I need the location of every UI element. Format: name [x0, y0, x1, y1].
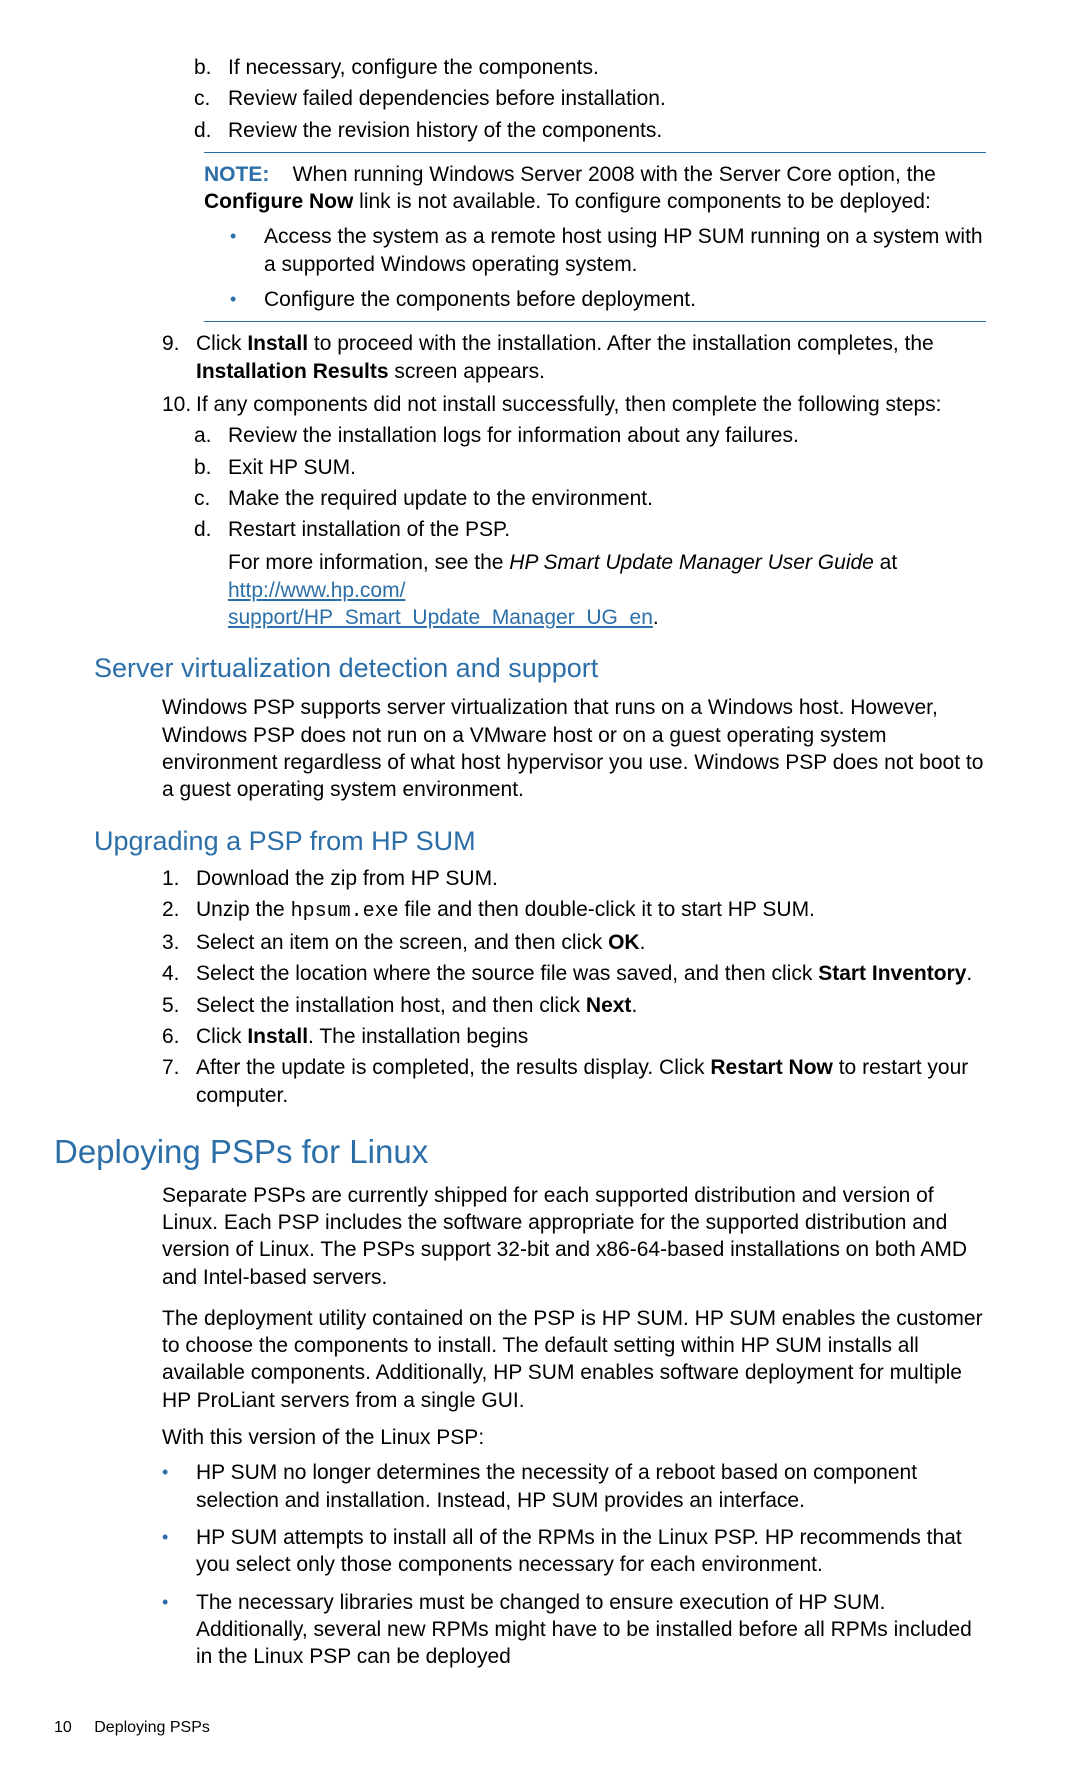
note-top-rule: [204, 152, 986, 153]
step10-substep-a: a. Review the installation logs for info…: [194, 422, 986, 449]
step-marker: 1.: [162, 865, 196, 892]
substep-text: Make the required update to the environm…: [228, 485, 986, 512]
substep-d: d. Review the revision history of the co…: [194, 117, 986, 144]
step-marker: 2.: [162, 896, 196, 925]
step-marker: 7.: [162, 1054, 196, 1109]
bullet-text: The necessary libraries must be changed …: [196, 1589, 986, 1671]
upgrade-step-2: 2. Unzip the hpsum.exe file and then dou…: [162, 896, 986, 925]
step10-substep-d: d. Restart installation of the PSP.: [194, 516, 986, 543]
list-marker: b.: [194, 54, 228, 81]
step-text: Click Install. The installation begins: [196, 1023, 986, 1050]
list-marker: c.: [194, 85, 228, 112]
substep-text: Review failed dependencies before instal…: [228, 85, 986, 112]
list-marker: d.: [194, 516, 228, 543]
linux-paragraph-2: The deployment utility contained on the …: [162, 1305, 986, 1414]
step-text: Select an item on the screen, and then c…: [196, 929, 986, 956]
note-configure-now-1: Configure: [204, 190, 303, 213]
note-bullet-text: Access the system as a remote host using…: [264, 223, 986, 278]
step-text: Unzip the hpsum.exe file and then double…: [196, 896, 986, 925]
note-body: NOTE: When running Windows Server 2008 w…: [204, 161, 986, 216]
step-marker: 10.: [162, 391, 196, 418]
upgrade-step-6: 6. Click Install. The installation begin…: [162, 1023, 986, 1050]
substep-b: b. If necessary, configure the component…: [194, 54, 986, 81]
bullet-text: HP SUM attempts to install all of the RP…: [196, 1524, 986, 1579]
bullet-icon: •: [230, 286, 264, 313]
linux-paragraph-1: Separate PSPs are currently shipped for …: [162, 1182, 986, 1291]
step-marker: 3.: [162, 929, 196, 956]
bullet-icon: •: [162, 1524, 196, 1579]
note-lead-2-tail: link is not available. To configure comp…: [359, 190, 931, 213]
list-marker: d.: [194, 117, 228, 144]
substep-text: Review the installation logs for informa…: [228, 422, 986, 449]
page-footer: 10 Deploying PSPs: [54, 1718, 986, 1739]
step-marker: 4.: [162, 960, 196, 987]
list-marker: a.: [194, 422, 228, 449]
step-marker: 9.: [162, 330, 196, 385]
step-10-text: If any components did not install succes…: [196, 391, 986, 418]
linux-bullet-2: • HP SUM attempts to install all of the …: [162, 1524, 986, 1579]
substep-text: If necessary, configure the components.: [228, 54, 986, 81]
page-number: 10: [54, 1719, 72, 1736]
linux-bullet-3: • The necessary libraries must be change…: [162, 1589, 986, 1671]
bullet-icon: •: [162, 1459, 196, 1514]
heading-upgrade: Upgrading a PSP from HP SUM: [94, 824, 986, 859]
step10-more-info: For more information, see the HP Smart U…: [228, 549, 986, 631]
note-bullet-2: • Configure the components before deploy…: [230, 286, 986, 313]
upgrade-step-7: 7. After the update is completed, the re…: [162, 1054, 986, 1109]
substep-text: Exit HP SUM.: [228, 454, 986, 481]
step-marker: 5.: [162, 992, 196, 1019]
hp-sum-guide-link[interactable]: http://www.hp.com/support/HP_Smart_Updat…: [228, 579, 653, 629]
note-label: NOTE:: [204, 163, 269, 186]
note-lead-1: When running Windows Server 2008 with th…: [293, 163, 936, 186]
list-marker: b.: [194, 454, 228, 481]
step10-substep-b: b. Exit HP SUM.: [194, 454, 986, 481]
step-10: 10. If any components did not install su…: [162, 391, 986, 418]
heading-linux: Deploying PSPs for Linux: [54, 1131, 986, 1174]
bullet-icon: •: [162, 1589, 196, 1671]
note-block: NOTE: When running Windows Server 2008 w…: [94, 152, 986, 322]
step-marker: 6.: [162, 1023, 196, 1050]
step-text: After the update is completed, the resul…: [196, 1054, 986, 1109]
note-bullet-1: • Access the system as a remote host usi…: [230, 223, 986, 278]
step10-substep-c: c. Make the required update to the envir…: [194, 485, 986, 512]
upgrade-step-4: 4. Select the location where the source …: [162, 960, 986, 987]
heading-virtualization: Server virtualization detection and supp…: [94, 651, 986, 686]
bullet-icon: •: [230, 223, 264, 278]
upgrade-step-5: 5. Select the installation host, and the…: [162, 992, 986, 1019]
code-hpsum-exe: hpsum.exe: [291, 900, 399, 923]
note-bottom-rule: [204, 321, 986, 322]
substep-text: Review the revision history of the compo…: [228, 117, 986, 144]
bullet-text: HP SUM no longer determines the necessit…: [196, 1459, 986, 1514]
step-9: 9. Click Install to proceed with the ins…: [162, 330, 986, 385]
note-configure-now-2: Now: [309, 190, 353, 213]
step-text: Select the installation host, and then c…: [196, 992, 986, 1019]
step-text: Download the zip from HP SUM.: [196, 865, 986, 892]
footer-title: Deploying PSPs: [94, 1719, 210, 1736]
list-marker: c.: [194, 485, 228, 512]
note-bullet-text: Configure the components before deployme…: [264, 286, 986, 313]
substep-c: c. Review failed dependencies before ins…: [194, 85, 986, 112]
upgrade-step-3: 3. Select an item on the screen, and the…: [162, 929, 986, 956]
substep-text: Restart installation of the PSP.: [228, 516, 986, 543]
virtualization-paragraph: Windows PSP supports server virtualizati…: [162, 694, 986, 803]
linux-bullet-1: • HP SUM no longer determines the necess…: [162, 1459, 986, 1514]
guide-title: HP Smart Update Manager User Guide: [509, 551, 874, 574]
upgrade-step-1: 1. Download the zip from HP SUM.: [162, 865, 986, 892]
step-9-text: Click Install to proceed with the instal…: [196, 330, 986, 385]
step-text: Select the location where the source fil…: [196, 960, 986, 987]
